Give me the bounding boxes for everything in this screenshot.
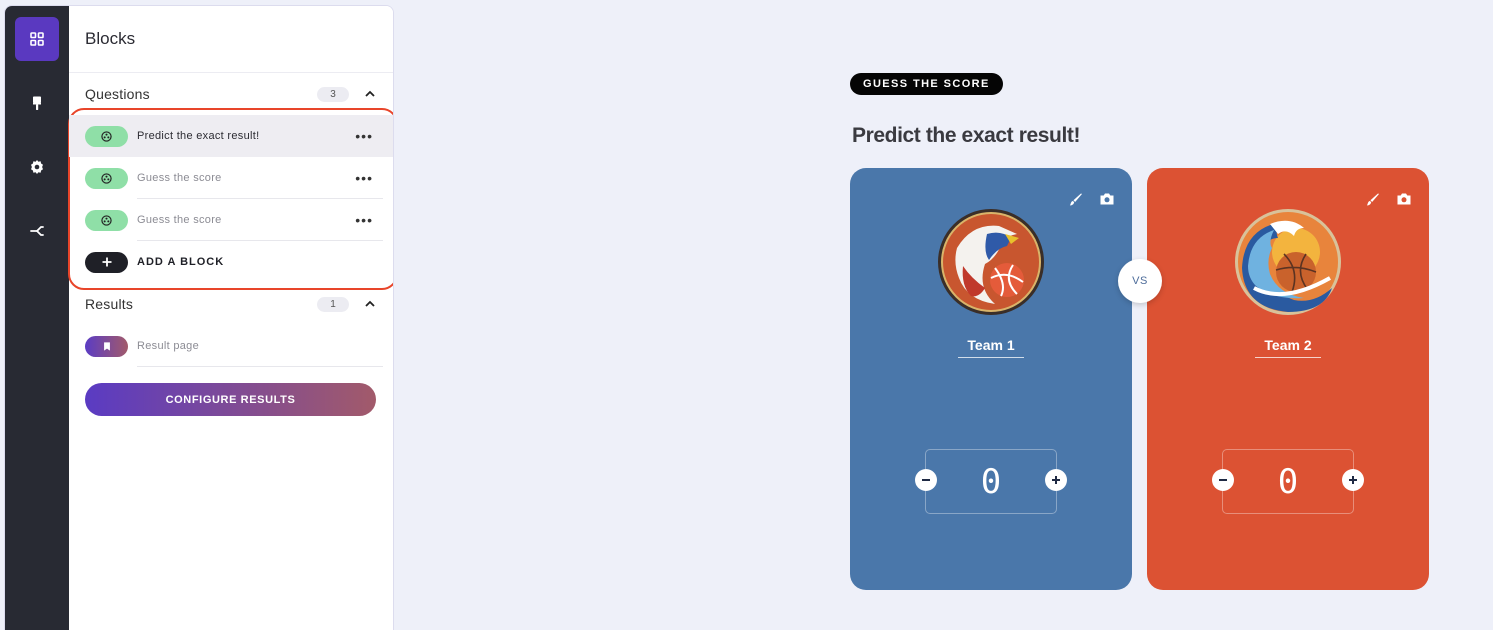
score-input[interactable]: 0 xyxy=(925,449,1057,514)
minus-icon xyxy=(922,479,930,481)
chevron-up-icon[interactable] xyxy=(363,87,377,101)
editor-shell: Blocks Questions 3 Predict the exact res… xyxy=(4,5,394,630)
questions-count-badge: 3 xyxy=(317,86,349,102)
gear-icon xyxy=(31,160,43,174)
results-count-badge: 1 xyxy=(317,296,349,312)
panel-header: Blocks xyxy=(69,6,393,73)
question-type-pill xyxy=(85,125,128,147)
question-type-tag: GUESS THE SCORE xyxy=(850,73,1003,95)
increment-button[interactable] xyxy=(1045,469,1067,491)
soccer-ball-icon xyxy=(101,130,112,142)
panel-title: Blocks xyxy=(85,29,136,48)
question-label: Guess the score xyxy=(137,172,222,184)
team-card-1: Team 1 0 xyxy=(850,168,1132,590)
rail-design-button[interactable] xyxy=(15,81,59,125)
score-value: 0 xyxy=(980,461,1002,502)
rail-settings-button[interactable] xyxy=(15,145,59,189)
result-label: Result page xyxy=(137,340,200,352)
minus-icon xyxy=(1219,479,1227,481)
question-type-pill xyxy=(85,167,128,189)
result-type-pill xyxy=(85,335,128,357)
configure-results-button[interactable]: CONFIGURE RESULTS xyxy=(85,383,376,416)
rail-blocks-button[interactable] xyxy=(15,17,59,61)
add-block-label: ADD A BLOCK xyxy=(137,256,225,268)
plus-icon xyxy=(1349,476,1357,484)
question-type-pill xyxy=(85,209,128,231)
camera-icon[interactable] xyxy=(1098,190,1116,208)
question-label: Predict the exact result! xyxy=(137,130,260,142)
chevron-up-icon[interactable] xyxy=(363,297,377,311)
card-tools xyxy=(1363,190,1413,208)
result-item[interactable]: Result page xyxy=(69,325,393,367)
question-item[interactable]: Guess the score ••• xyxy=(69,199,393,241)
rail-share-button[interactable] xyxy=(15,209,59,253)
add-block-button[interactable]: ADD A BLOCK xyxy=(69,241,393,283)
brush-icon[interactable] xyxy=(1363,190,1381,208)
question-item[interactable]: Predict the exact result! ••• xyxy=(69,115,393,157)
decrement-button[interactable] xyxy=(1212,469,1234,491)
more-options-icon[interactable]: ••• xyxy=(355,212,373,228)
decrement-button[interactable] xyxy=(915,469,937,491)
plus-icon xyxy=(102,257,111,267)
score-value: 0 xyxy=(1277,461,1299,502)
share-icon xyxy=(30,226,44,236)
question-list: Predict the exact result! ••• Guess the … xyxy=(69,115,393,283)
soccer-ball-icon xyxy=(101,214,112,226)
team-name[interactable]: Team 1 xyxy=(850,337,1132,358)
eagle-basketball-logo[interactable] xyxy=(937,208,1045,316)
results-section-header[interactable]: Results 1 xyxy=(69,283,393,325)
plus-icon xyxy=(1052,476,1060,484)
add-pill xyxy=(85,251,128,273)
question-headline[interactable]: Predict the exact result! xyxy=(852,124,1080,148)
camera-icon[interactable] xyxy=(1395,190,1413,208)
paint-brush-icon xyxy=(33,96,41,110)
side-rail xyxy=(5,6,69,630)
grid-icon xyxy=(30,32,44,46)
question-label: Guess the score xyxy=(137,214,222,226)
team-card-2: Team 2 0 xyxy=(1147,168,1429,590)
blocks-panel: Blocks Questions 3 Predict the exact res… xyxy=(68,6,393,630)
questions-title: Questions xyxy=(85,86,150,102)
card-tools xyxy=(1066,190,1116,208)
bookmark-icon xyxy=(103,341,110,351)
team-name[interactable]: Team 2 xyxy=(1147,337,1429,358)
increment-button[interactable] xyxy=(1342,469,1364,491)
score-input[interactable]: 0 xyxy=(1222,449,1354,514)
brush-icon[interactable] xyxy=(1066,190,1084,208)
more-options-icon[interactable]: ••• xyxy=(355,170,373,186)
soccer-ball-icon xyxy=(101,172,112,184)
question-item[interactable]: Guess the score ••• xyxy=(69,157,393,199)
vs-badge: VS xyxy=(1118,259,1162,303)
wave-basketball-logo[interactable] xyxy=(1234,208,1342,316)
results-title: Results xyxy=(85,296,134,312)
divider xyxy=(137,366,383,367)
more-options-icon[interactable]: ••• xyxy=(355,128,373,144)
questions-section-header[interactable]: Questions 3 xyxy=(69,73,393,115)
